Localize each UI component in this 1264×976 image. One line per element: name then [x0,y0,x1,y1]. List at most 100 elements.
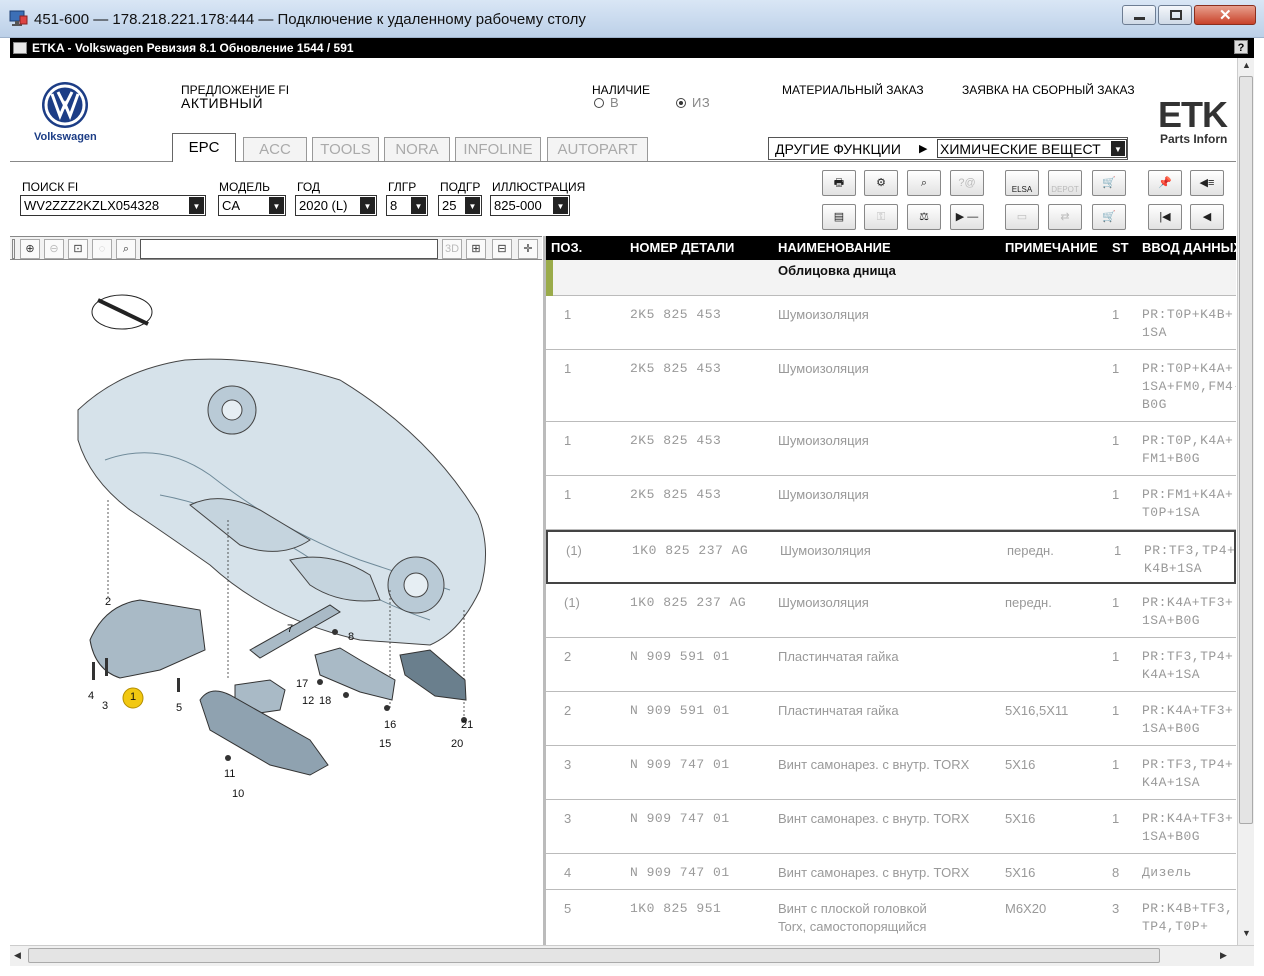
year-select[interactable]: 2020 (L) ▼ [295,195,377,216]
callout-4[interactable]: 4 [88,690,94,702]
scroll-down-icon[interactable]: ▼ [1242,928,1251,938]
first-page-button[interactable]: |◀ [1148,204,1182,230]
callout-21[interactable]: 21 [461,719,473,731]
main-group-select[interactable]: 8 ▼ [386,195,428,216]
callout-20[interactable]: 20 [451,738,463,750]
callout-12[interactable]: 12 [302,695,314,707]
maximize-button[interactable] [1158,5,1192,25]
zoom-area-button[interactable]: ⊡ [68,239,88,259]
material-order-link[interactable]: МАТЕРИАЛЬНЫЙ ЗАКАЗ [782,83,924,97]
scroll-thumb-h[interactable] [28,948,1160,963]
zoom-in-button[interactable]: ⊕ [20,239,40,259]
next-item-button[interactable]: ▶ — [950,204,984,230]
cell-pos: 1 [564,361,572,376]
rear-shield-part [399,649,467,701]
fi-search-field[interactable]: WV2ZZZ2KZLX054328 ▼ [20,195,206,216]
col-input[interactable]: ВВОД ДАННЫХ [1142,240,1242,255]
cell-input: PR:K4B+TF3, TP4,T0P+ [1142,901,1234,934]
monitor-button[interactable]: ▭ [1005,204,1039,230]
callout-17[interactable]: 17 [296,678,308,690]
scale-button[interactable]: ⚖ [907,204,941,230]
move-button[interactable]: ✛ [518,239,538,259]
callout-16[interactable]: 16 [384,719,396,731]
assembly-order-link[interactable]: ЗАЯВКА НА СБОРНЫЙ ЗАКАЗ [962,83,1135,97]
col-pos[interactable]: ПОЗ. [551,240,582,255]
table-row[interactable]: 2 N 909 591 01 Пластинчатая гайка 5X16,5X11… [546,692,1236,746]
pin-button[interactable]: 📌 [1148,170,1182,196]
zoom-area-icon: ⊡ [73,243,83,255]
callout-15[interactable]: 15 [379,738,391,750]
scroll-up-icon[interactable]: ▲ [1242,60,1251,70]
table-row[interactable]: (1) 1K0 825 237 AG Шумоизоляция передн. 1 PR:… [546,530,1236,584]
callout-10[interactable]: 10 [232,788,244,800]
search-button[interactable]: ⌕ [116,239,136,259]
callout-8[interactable]: 8 [348,631,354,643]
col-part-number[interactable]: НОМЕР ДЕТАЛИ [630,240,734,255]
table-row[interactable]: 1 2K5 825 453 Шумоизоляция 1 PR:T0P+K4B+ 1SA [546,296,1236,350]
tab-tools[interactable]: TOOLS [312,137,379,161]
tab-acc[interactable]: ACC [243,137,307,161]
depot-button[interactable]: DEPOT [1048,170,1082,196]
callout-7[interactable]: 7 [287,623,293,635]
back-list-button[interactable]: ◀≡ [1190,170,1224,196]
table-row[interactable]: 5 1K0 825 951 Винт с плоской головкой Torx… [546,890,1236,945]
cell-pos: (1) [566,543,582,558]
callout-1[interactable]: 1 [130,691,136,703]
rows-button[interactable]: ⊞ [466,239,486,259]
help-button[interactable]: ? [1234,40,1248,54]
list-view-button[interactable]: ▤ [822,204,856,230]
tab-epc[interactable]: EPC [172,133,236,162]
zoom-out-button[interactable]: ⊖ [44,239,64,259]
scroll-left-icon[interactable]: ◀ [14,950,21,961]
radio-iz[interactable] [676,98,686,108]
tab-infoline[interactable]: INFOLINE [455,137,541,161]
close-button[interactable]: ✕ [1194,5,1256,25]
other-functions[interactable]: ДРУГИЕ ФУНКЦИИ ▶ ХИМИЧЕСКИЕ ВЕЩЕСТ ▼ [768,137,1128,160]
illustration-select[interactable]: 825-000 ▼ [490,195,570,216]
sub-group-select[interactable]: 25 ▼ [438,195,482,216]
table-row[interactable]: 2 N 909 591 01 Пластинчатая гайка 1 PR:TF3,T… [546,638,1236,692]
table-row[interactable]: (1) 1K0 825 237 AG Шумоизоляция передн. 1 PR:… [546,584,1236,638]
chemicals-select[interactable]: ХИМИЧЕСКИЕ ВЕЩЕСТ ▼ [937,139,1127,158]
table-row[interactable]: 1 2K5 825 453 Шумоизоляция 1 PR:T0P+K4A+ 1SA… [546,350,1236,422]
print-button[interactable]: 🖶 [822,170,856,196]
service-button[interactable]: ⚙ [864,170,898,196]
zoom-fit-button[interactable]: ◌ [92,239,112,259]
col-st[interactable]: ST [1112,240,1129,255]
callout-11[interactable]: 11 [224,768,235,780]
callout-18[interactable]: 18 [319,695,331,707]
cart-list-button[interactable]: 🛒 [1092,204,1126,230]
transfer-button[interactable]: ⇄ [1048,204,1082,230]
sub-group-value: 25 [442,198,457,213]
tab-nora[interactable]: NORA [384,137,450,161]
radio-v[interactable] [594,98,604,108]
key-button[interactable]: ⚿ [864,204,898,230]
tab-autopart[interactable]: AUTOPART [547,137,648,161]
illustration-search-input[interactable] [140,239,438,259]
col-name[interactable]: НАИМЕНОВАНИЕ [778,240,891,255]
cart-button[interactable]: 🛒 [1092,170,1126,196]
split-view-button[interactable]: ⊟ [492,239,512,259]
callout-2[interactable]: 2 [105,596,111,608]
model-select[interactable]: CA ▼ [218,195,286,216]
table-row[interactable]: 1 2K5 825 453 Шумоизоляция 1 PR:FM1+K4A+ T0P… [546,476,1236,530]
scroll-right-icon[interactable]: ▶ [1220,950,1227,961]
cell-input: PR:FM1+K4A+ T0P+1SA [1142,487,1234,520]
callout-3[interactable]: 3 [102,700,108,712]
illustration-panel[interactable]: 1 2 3 4 5 7 8 10 11 12 15 16 17 18 20 21 [10,260,544,945]
vertical-scrollbar[interactable]: ▲ ▼ [1237,58,1254,945]
table-row[interactable]: 3 N 909 747 01 Винт самонарез. с внутр. TO… [546,800,1236,854]
binoculars-button[interactable]: ⌕ [907,170,941,196]
horizontal-scrollbar[interactable]: ◀ ▶ [10,945,1254,966]
view-3d-button[interactable]: 3D [442,239,462,259]
prev-page-button[interactable]: ◀ [1190,204,1224,230]
table-row[interactable]: 3 N 909 747 01 Винт самонарез. с внутр. TO… [546,746,1236,800]
table-row[interactable]: 1 2K5 825 453 Шумоизоляция 1 PR:T0P,K4A+ FM1… [546,422,1236,476]
table-row[interactable]: 4 N 909 747 01 Винт самонарез. с внутр. TO… [546,854,1236,890]
col-note[interactable]: ПРИМЕЧАНИЕ [1005,240,1098,255]
scroll-thumb[interactable] [1239,76,1253,824]
mail-button[interactable]: ?@ [950,170,984,196]
callout-5[interactable]: 5 [176,702,182,714]
minimize-button[interactable] [1122,5,1156,25]
elsa-button[interactable]: ELSA [1005,170,1039,196]
